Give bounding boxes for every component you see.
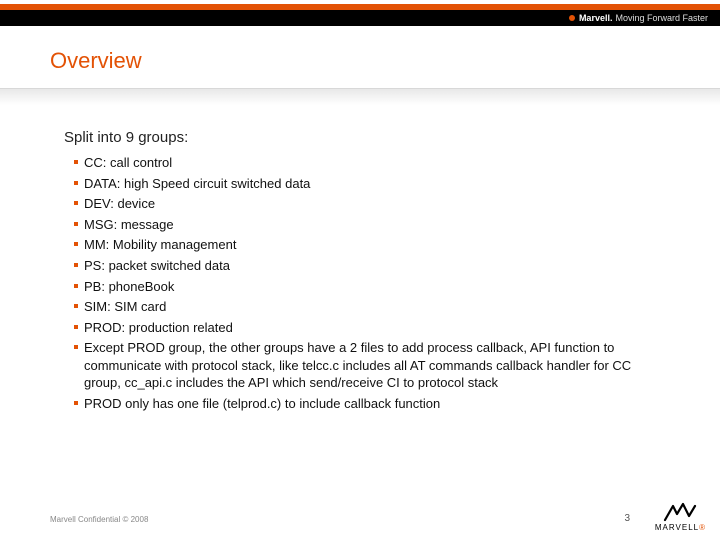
list-item-text: DEV: device [84,195,670,213]
square-bullet-icon [74,395,82,413]
square-bullet-icon [74,154,82,172]
header-bullet-icon [569,15,575,21]
list-item-text: PB: phoneBook [84,278,670,296]
sub-bullet-list: CC: call control DATA: high Speed circui… [74,154,670,412]
list-item-text: PS: packet switched data [84,257,670,275]
list-item: DATA: high Speed circuit switched data [74,175,670,193]
list-item-text: CC: call control [84,154,670,172]
list-item-text: PROD: production related [84,319,670,337]
main-bullet-row: Split into 9 groups: [50,128,670,148]
square-bullet-icon [74,236,82,254]
list-item: DEV: device [74,195,670,213]
list-item: CC: call control [74,154,670,172]
square-bullet-icon [74,216,82,234]
list-item-text: Except PROD group, the other groups have… [84,339,670,392]
list-item: PROD: production related [74,319,670,337]
square-bullet-icon [74,298,82,316]
list-item-text: MM: Mobility management [84,236,670,254]
square-bullet-icon [74,257,82,275]
square-bullet-icon [74,278,82,296]
logo-text: MARVELL [655,523,699,532]
square-bullet-icon [74,195,82,213]
list-item-text: MSG: message [84,216,670,234]
footer-confidential: Marvell Confidential © 2008 [50,515,148,524]
square-bullet-icon [74,175,82,193]
list-item: MM: Mobility management [74,236,670,254]
header-tagline: Moving Forward Faster [615,13,708,23]
main-bullet-text: Split into 9 groups: [64,128,188,148]
list-item: MSG: message [74,216,670,234]
registered-icon: ® [699,523,706,532]
square-bullet-icon [74,319,82,337]
list-item: PROD only has one file (telprod.c) to in… [74,395,670,413]
page-number: 3 [624,513,630,524]
bullet-icon [50,128,64,148]
slide-title: Overview [50,48,142,74]
title-underline-gradient [0,88,720,105]
list-item-text: SIM: SIM card [84,298,670,316]
list-item: PS: packet switched data [74,257,670,275]
header-black-bar: Marvell. Moving Forward Faster [0,10,720,26]
list-item: SIM: SIM card [74,298,670,316]
marvell-logo-icon [663,502,697,522]
list-item: Except PROD group, the other groups have… [74,339,670,392]
header-brand: Marvell. [579,13,613,23]
slide-content: Split into 9 groups: CC: call control DA… [50,128,670,415]
list-item: PB: phoneBook [74,278,670,296]
list-item-text: PROD only has one file (telprod.c) to in… [84,395,670,413]
marvell-logo: MARVELL® [655,502,706,532]
square-bullet-icon [74,339,82,392]
list-item-text: DATA: high Speed circuit switched data [84,175,670,193]
